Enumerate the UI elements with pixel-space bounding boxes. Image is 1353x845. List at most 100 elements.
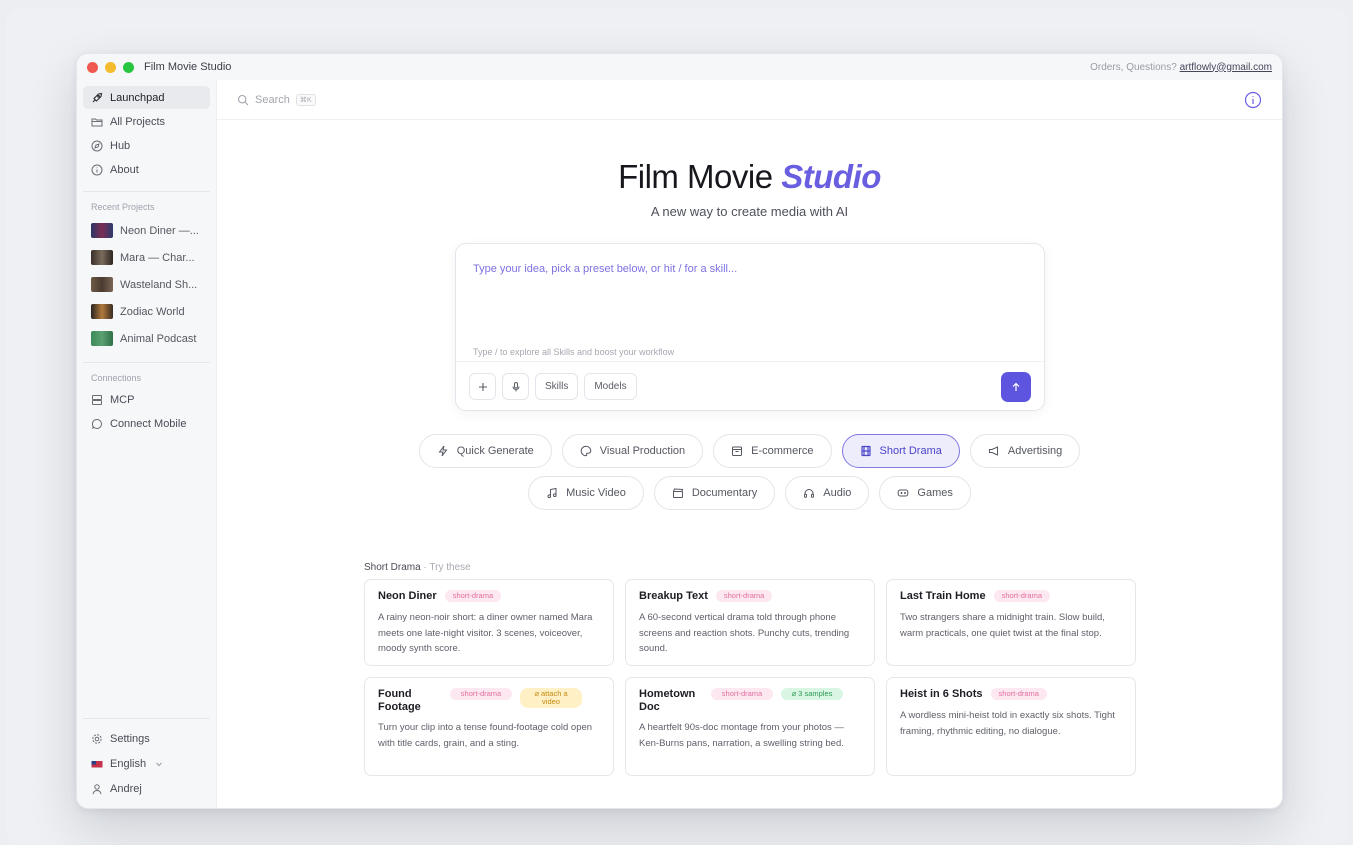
category-short-drama[interactable]: Short Drama	[841, 434, 960, 468]
search-placeholder: Search	[255, 93, 290, 106]
palette-icon	[580, 445, 592, 457]
sidebar-divider	[83, 362, 210, 363]
settings-button[interactable]: Settings	[83, 727, 210, 751]
recent-project-item[interactable]: Mara — Char...	[83, 244, 210, 271]
chevron-down-icon	[153, 758, 165, 770]
chat-icon	[91, 418, 103, 430]
card-description: A heartfelt 90s-doc montage from your ph…	[639, 722, 844, 749]
badge-label: 3 samples	[798, 689, 833, 698]
card-header: Breakup Text short-drama	[639, 590, 861, 604]
preset-card-heist-in-6-shots[interactable]: Heist in 6 Shots short-drama A wordless …	[886, 677, 1136, 776]
section-heading: Short Drama · Try these	[364, 562, 471, 573]
maximize-window-button[interactable]	[123, 61, 134, 73]
sidebar-item-hub[interactable]: Hub	[83, 134, 210, 157]
preset-card-last-train-home[interactable]: Last Train Home short-drama Two stranger…	[886, 579, 1136, 666]
user-name: Andrej	[110, 783, 142, 795]
sidebar-item-label: MCP	[110, 393, 135, 406]
shop-icon	[731, 445, 743, 457]
preset-card-hometown-doc[interactable]: Hometown Doc short-drama ⌀ 3 samples A h…	[625, 677, 875, 776]
category-music-video[interactable]: Music Video	[528, 476, 644, 510]
composer-toolbar: Skills Models	[469, 373, 637, 400]
voice-input-button[interactable]	[502, 373, 529, 400]
card-description: A 60-second vertical drama told through …	[639, 612, 850, 654]
user-icon	[91, 783, 103, 795]
samples-badge: ⌀ 3 samples	[781, 688, 843, 700]
project-thumbnail	[91, 331, 113, 346]
category-row-1: Quick Generate Visual Production E-comme…	[217, 434, 1282, 468]
category-row-2: Music Video Documentary Audio Games	[217, 476, 1282, 510]
card-header: Heist in 6 Shots short-drama	[900, 688, 1122, 702]
preset-card-found-footage[interactable]: Found Footage short-drama ⌀ attach a vid…	[364, 677, 614, 776]
project-thumbnail	[91, 223, 113, 238]
flag-icon	[91, 758, 103, 770]
headphones-icon	[803, 487, 815, 499]
skills-button[interactable]: Skills	[535, 373, 579, 400]
recent-project-item[interactable]: Wasteland Sh...	[83, 271, 210, 298]
category-visual-production[interactable]: Visual Production	[561, 434, 704, 468]
category-games[interactable]: Games	[879, 476, 971, 510]
close-window-button[interactable]	[87, 61, 98, 73]
recent-project-item[interactable]: Animal Podcast	[83, 325, 210, 352]
card-header: Neon Diner short-drama	[378, 590, 600, 604]
composer-divider	[456, 361, 1044, 362]
sidebar-item-launchpad[interactable]: Launchpad	[83, 86, 210, 109]
contact-email-link[interactable]: artflowly@gmail.com	[1180, 62, 1272, 73]
microphone-icon	[510, 381, 522, 393]
preset-cards: Neon Diner short-drama A rainy neon-noir…	[364, 579, 1136, 776]
section-hint: · Try these	[420, 562, 471, 573]
recent-project-item[interactable]: Neon Diner —...	[83, 217, 210, 244]
category-e-commerce[interactable]: E-commerce	[713, 434, 832, 468]
category-audio[interactable]: Audio	[785, 476, 870, 510]
preset-card-breakup-text[interactable]: Breakup Text short-drama A 60-second ver…	[625, 579, 875, 666]
megaphone-icon	[988, 445, 1000, 457]
category-label: Music Video	[566, 487, 626, 499]
app-title: Film Movie Studio	[144, 61, 232, 73]
sidebar-item-mcp[interactable]: MCP	[83, 388, 210, 411]
attach-video-badge: ⌀ attach a video	[520, 688, 582, 708]
search-input[interactable]: Search ⌘K	[237, 93, 316, 106]
sidebar-item-all-projects[interactable]: All Projects	[83, 110, 210, 133]
info-button[interactable]	[1244, 91, 1262, 109]
card-header: Last Train Home short-drama	[900, 590, 1122, 604]
prompt-composer[interactable]: Type your idea, pick a preset below, or …	[455, 243, 1045, 411]
category-quick-generate[interactable]: Quick Generate	[418, 434, 552, 468]
sidebar-item-connect-mobile[interactable]: Connect Mobile	[83, 412, 210, 435]
category-tag: short-drama	[711, 688, 773, 700]
sidebar-item-about[interactable]: About	[83, 158, 210, 181]
add-attachment-button[interactable]	[469, 373, 496, 400]
gear-icon	[91, 733, 103, 745]
server-icon	[91, 394, 103, 406]
compass-icon	[91, 140, 103, 152]
send-button[interactable]	[1001, 372, 1031, 402]
user-profile[interactable]: Andrej	[83, 777, 210, 801]
category-label: Quick Generate	[456, 445, 534, 457]
page-subtitle: A new way to create media with AI	[650, 204, 849, 219]
preset-card-neon-diner[interactable]: Neon Diner short-drama A rainy neon-noir…	[364, 579, 614, 666]
models-button[interactable]: Models	[584, 373, 637, 400]
sidebar-item-label: All Projects	[110, 115, 166, 128]
category-advertising[interactable]: Advertising	[969, 434, 1081, 468]
category-documentary[interactable]: Documentary	[653, 476, 776, 510]
project-thumbnail	[91, 250, 113, 265]
prompt-input[interactable]: Type your idea, pick a preset below, or …	[473, 263, 737, 275]
category-label: Audio	[823, 487, 852, 499]
search-shortcut-badge: ⌘K	[295, 93, 316, 106]
window-controls	[87, 61, 134, 73]
main-content: Search ⌘K Film Movie Studio A new way to…	[217, 80, 1282, 808]
zap-icon	[437, 445, 449, 457]
language-selector[interactable]: English	[83, 752, 210, 776]
recent-project-item[interactable]: Zodiac World	[83, 298, 210, 325]
folder-icon	[91, 116, 103, 128]
badge-label: attach a video	[540, 689, 568, 706]
category-label: Advertising	[1007, 445, 1063, 457]
settings-label: Settings	[110, 733, 150, 745]
connections-label: Connections	[91, 373, 142, 383]
recent-project-label: Mara — Char...	[120, 251, 195, 264]
title-main: Film Movie	[618, 158, 773, 195]
category-label: Games	[917, 487, 953, 499]
minimize-window-button[interactable]	[105, 61, 116, 73]
music-icon	[546, 487, 558, 499]
card-title: Last Train Home	[900, 590, 986, 602]
card-description: A rainy neon-noir short: a diner owner n…	[378, 612, 593, 654]
card-title: Hometown Doc	[639, 688, 696, 713]
